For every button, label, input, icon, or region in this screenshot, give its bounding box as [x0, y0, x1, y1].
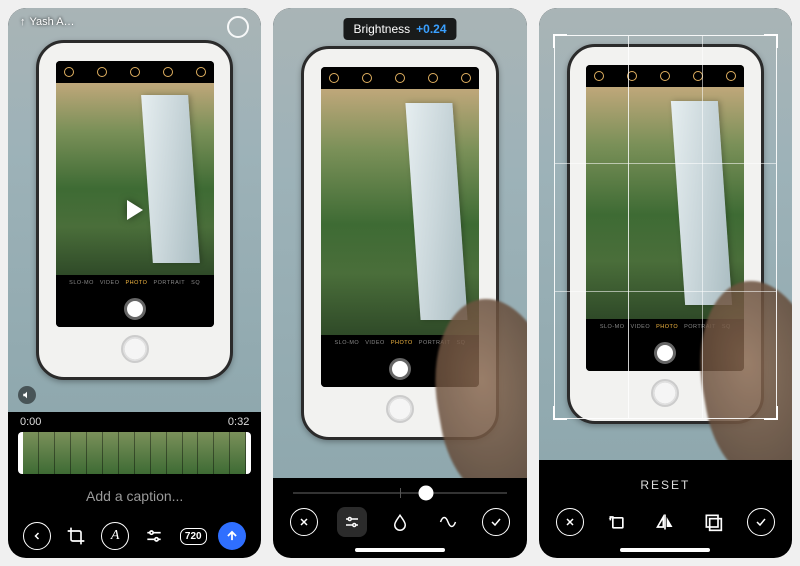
crop-tab-bar	[539, 500, 792, 544]
adjust-value: +0.24	[416, 22, 446, 36]
sliders-icon	[343, 513, 361, 531]
hdr-icon	[97, 67, 107, 77]
flip-button[interactable]	[650, 507, 680, 537]
markup-button[interactable]: A	[100, 521, 130, 551]
crop-button[interactable]	[61, 521, 91, 551]
adjust-label: Brightness	[353, 22, 410, 36]
mode-square: SQ	[191, 280, 200, 286]
adjust-slider[interactable]	[273, 478, 526, 500]
crop-frame[interactable]	[554, 35, 777, 419]
flip-icon	[655, 512, 675, 532]
author-chip[interactable]: ↑ Yash A…	[20, 16, 75, 28]
shutter-button-icon	[124, 298, 146, 320]
cancel-button[interactable]	[555, 507, 585, 537]
back-button[interactable]	[22, 521, 52, 551]
confirm-button[interactable]	[481, 507, 511, 537]
crop-preview[interactable]: SLO-MO VIDEO PHOTO PORTRAIT SQ	[539, 8, 792, 460]
mode-photo: PHOTO	[125, 280, 147, 286]
slider-thumb[interactable]	[418, 486, 433, 501]
mode-slomo: SLO-MO	[334, 340, 359, 346]
send-button[interactable]	[217, 521, 247, 551]
bottom-toolbar: A 720	[8, 514, 261, 558]
mode-video: VIDEO	[100, 280, 120, 286]
live-icon	[130, 67, 140, 77]
flash-icon	[329, 73, 339, 83]
aspect-button[interactable]	[698, 507, 728, 537]
drop-icon	[391, 513, 409, 531]
resolution-button[interactable]: 720	[178, 521, 208, 551]
back-arrow-icon: ↑	[20, 16, 26, 28]
camera-viewfinder	[56, 83, 214, 274]
mode-slomo: SLO-MO	[69, 280, 94, 286]
crop-icon	[66, 526, 86, 546]
wave-icon	[438, 513, 458, 531]
crop-handle-bl[interactable]	[553, 406, 567, 420]
author-name: Yash A…	[30, 16, 75, 28]
camera-top-controls	[56, 61, 214, 83]
panel-video-edit: ↑ Yash A… SLO-MO VIDEO PHOTO PORTRAIT	[8, 8, 261, 558]
tab-curves[interactable]	[433, 507, 463, 537]
panel-crop: SLO-MO VIDEO PHOTO PORTRAIT SQ	[539, 8, 792, 558]
adjust-value-pill: Brightness +0.24	[343, 18, 456, 40]
timer-icon	[163, 67, 173, 77]
reset-button[interactable]: RESET	[539, 460, 792, 500]
panel-adjust: Brightness +0.24 SLO-MO VIDEO PHOTO PORT…	[273, 8, 526, 558]
camera-bottom	[56, 291, 214, 327]
aspect-icon	[703, 512, 723, 532]
filter-icon	[196, 67, 206, 77]
play-icon[interactable]	[127, 200, 143, 220]
live-icon	[395, 73, 405, 83]
home-indicator	[355, 548, 445, 552]
time-bar: 0:00 0:32	[8, 412, 261, 430]
time-start: 0:00	[20, 416, 41, 428]
rotate-button[interactable]	[602, 507, 632, 537]
rotate-icon	[607, 512, 627, 532]
grid-line	[555, 291, 776, 292]
shutter-button-icon	[389, 358, 411, 380]
home-button-icon	[121, 335, 149, 363]
crop-handle-tr[interactable]	[764, 34, 778, 48]
mode-video: VIDEO	[365, 340, 385, 346]
timer-icon	[428, 73, 438, 83]
mode-photo: PHOTO	[391, 340, 413, 346]
tab-adjust[interactable]	[337, 507, 367, 537]
mode-portrait: PORTRAIT	[153, 280, 185, 286]
grid-line	[628, 36, 629, 418]
adjust-icon	[144, 526, 164, 546]
resolution-badge: 720	[180, 528, 207, 545]
home-button-icon	[386, 395, 414, 423]
send-arrow-icon	[225, 529, 239, 543]
adjust-tab-bar	[273, 500, 526, 544]
adjust-button[interactable]	[139, 521, 169, 551]
filter-icon	[461, 73, 471, 83]
crop-handle-tl[interactable]	[553, 34, 567, 48]
video-preview[interactable]: ↑ Yash A… SLO-MO VIDEO PHOTO PORTRAIT	[8, 8, 261, 412]
grid-line	[555, 163, 776, 164]
markup-icon: A	[101, 522, 129, 550]
hdr-icon	[362, 73, 372, 83]
trim-filmstrip[interactable]	[18, 432, 251, 474]
confirm-button[interactable]	[746, 507, 776, 537]
crop-handle-br[interactable]	[764, 406, 778, 420]
camera-top-controls	[321, 67, 479, 89]
home-indicator	[620, 548, 710, 552]
time-end: 0:32	[228, 416, 249, 428]
camera-viewfinder	[321, 89, 479, 336]
caption-input[interactable]: Add a caption...	[8, 480, 261, 514]
sound-icon[interactable]	[18, 386, 36, 404]
cancel-button[interactable]	[289, 507, 319, 537]
adjust-preview[interactable]: Brightness +0.24 SLO-MO VIDEO PHOTO PORT…	[273, 8, 526, 478]
slider-center-tick	[400, 488, 401, 498]
camera-app-screen: SLO-MO VIDEO PHOTO PORTRAIT SQ	[56, 61, 214, 326]
progress-ring-icon	[227, 16, 249, 38]
camera-mode-row: SLO-MO VIDEO PHOTO PORTRAIT SQ	[56, 275, 214, 291]
flash-icon	[64, 67, 74, 77]
grid-line	[702, 36, 703, 418]
tab-filters[interactable]	[385, 507, 415, 537]
